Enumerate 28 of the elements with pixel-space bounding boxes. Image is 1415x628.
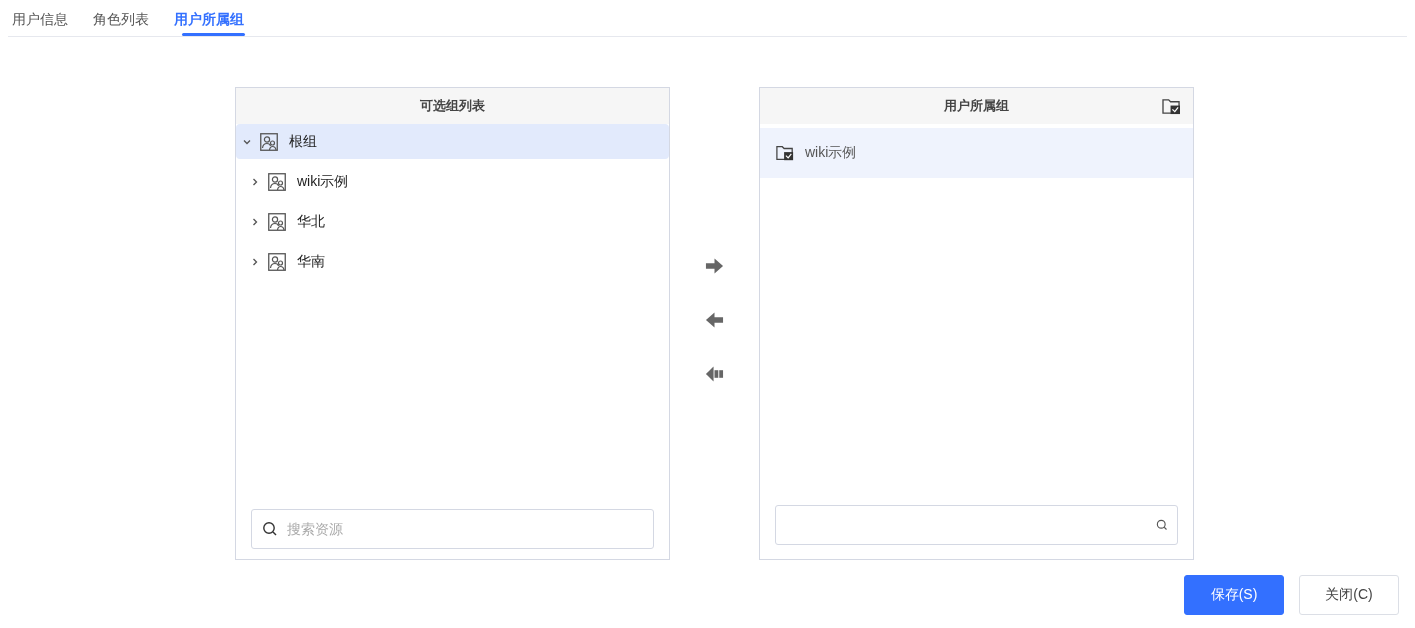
search-icon bbox=[262, 521, 278, 537]
tab[interactable]: 角色列表 bbox=[93, 0, 149, 36]
arrow-right-icon[interactable] bbox=[705, 257, 724, 275]
arrow-left-icon[interactable] bbox=[705, 311, 724, 329]
panel-title: 用户所属组 bbox=[944, 97, 1009, 115]
search-icon bbox=[1156, 519, 1168, 531]
user-group-icon bbox=[260, 132, 278, 151]
chevron-right-icon[interactable] bbox=[250, 176, 260, 187]
group-list-item[interactable]: wiki示例 bbox=[760, 128, 1193, 178]
search-field[interactable]: 搜索资源 bbox=[251, 509, 654, 549]
tree-item[interactable]: 华南 bbox=[236, 244, 669, 279]
double-arrow-left-icon[interactable] bbox=[705, 365, 724, 383]
user-group-icon bbox=[268, 212, 286, 231]
tree-item[interactable]: 根组 bbox=[236, 124, 669, 159]
panel-title: 可选组列表 bbox=[420, 97, 485, 115]
tree-item[interactable]: 华北 bbox=[236, 204, 669, 239]
tab[interactable]: 用户所属组 bbox=[174, 0, 244, 36]
tree-item[interactable]: wiki示例 bbox=[236, 164, 669, 199]
dialog-button[interactable]: 保存(S) bbox=[1184, 575, 1284, 615]
folder-check-icon[interactable] bbox=[1162, 97, 1181, 115]
chevron-right-icon[interactable] bbox=[250, 256, 260, 267]
search-field[interactable] bbox=[775, 505, 1178, 545]
user-group-icon bbox=[268, 252, 286, 271]
tab[interactable]: 用户信息 bbox=[12, 0, 68, 36]
folder-check-icon bbox=[776, 144, 794, 162]
user-group-icon bbox=[268, 172, 286, 191]
chevron-right-icon[interactable] bbox=[250, 216, 260, 227]
dialog-button[interactable]: 关闭(C) bbox=[1299, 575, 1399, 615]
